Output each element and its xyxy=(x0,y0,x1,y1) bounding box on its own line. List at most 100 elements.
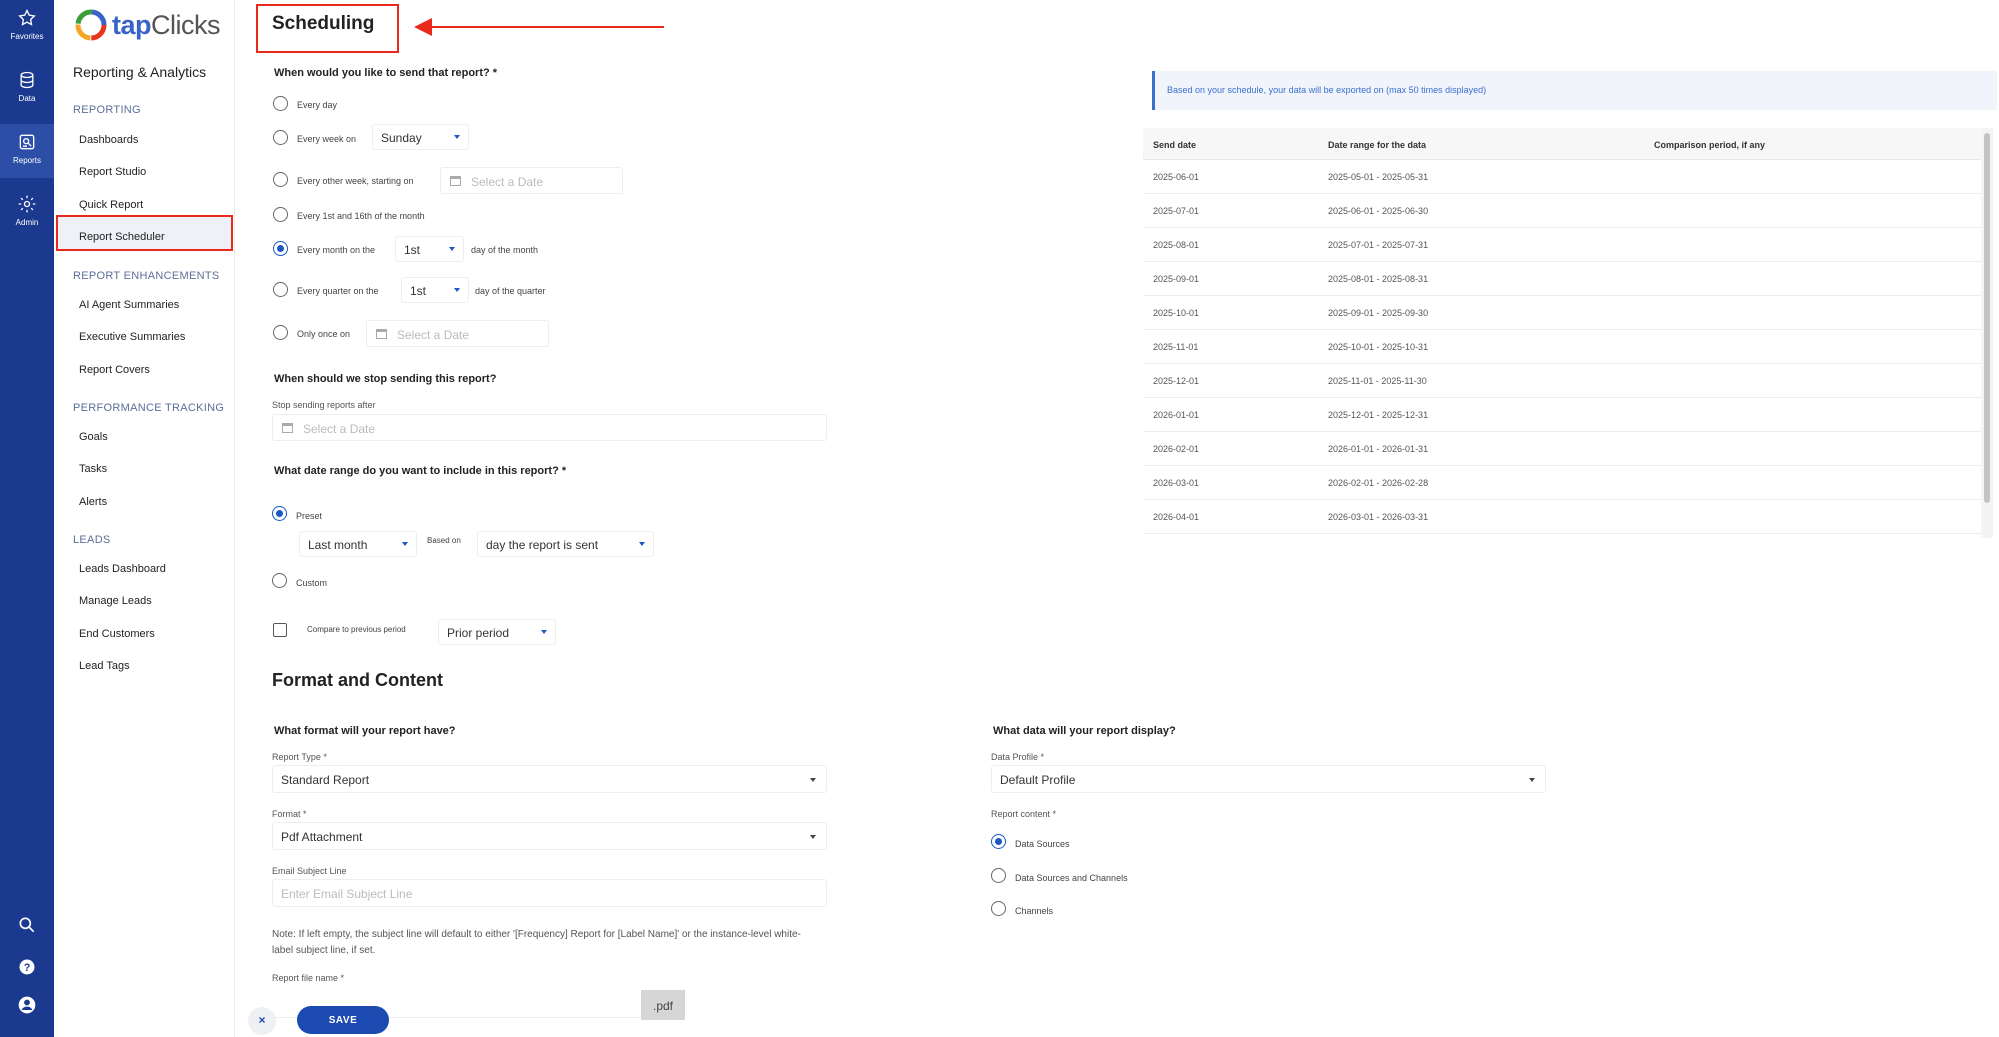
annotation-arrow-line xyxy=(423,26,664,28)
every-other-week-date-input[interactable]: Select a Date xyxy=(440,167,623,194)
rail-help-button[interactable]: ? xyxy=(0,957,54,981)
table-row: 2025-10-01 2025-09-01 - 2025-09-30 xyxy=(1143,296,1981,330)
format-label: Format * xyxy=(272,809,307,819)
radio-every-week[interactable] xyxy=(273,130,288,145)
report-type-select[interactable]: Standard Report xyxy=(272,765,827,793)
scrollbar-thumb[interactable] xyxy=(1984,133,1990,503)
table-row: 2025-12-01 2025-11-01 - 2025-11-30 xyxy=(1143,364,1981,398)
compare-select[interactable]: Prior period xyxy=(438,619,556,645)
save-button[interactable]: SAVE xyxy=(297,1006,389,1034)
radio-every-other-week[interactable] xyxy=(273,172,288,187)
sidebar: tapClicks Reporting & Analytics REPORTIN… xyxy=(54,0,235,1037)
rail-user-button[interactable] xyxy=(0,995,54,1019)
nav-item-goals[interactable]: Goals xyxy=(79,431,108,443)
every-quarter-label: Every quarter on the xyxy=(297,286,379,296)
every-month-day-value: 1st xyxy=(404,243,421,257)
radio-every-day[interactable] xyxy=(273,96,288,111)
cell-date-range: 2025-06-01 - 2025-06-30 xyxy=(1328,206,1429,216)
radio-every-quarter[interactable] xyxy=(273,282,288,297)
chevron-down-icon xyxy=(454,288,460,292)
stop-date-input[interactable]: Select a Date xyxy=(272,414,827,441)
radio-channels[interactable] xyxy=(991,901,1006,916)
nav-item-alerts[interactable]: Alerts xyxy=(79,496,107,508)
radio-preset[interactable] xyxy=(272,506,287,521)
nav-item-manage-leads[interactable]: Manage Leads xyxy=(79,595,152,607)
channels-label: Channels xyxy=(1015,906,1054,916)
cell-send-date: 2025-08-01 xyxy=(1153,240,1200,250)
star-icon xyxy=(18,8,36,26)
data-profile-value: Default Profile xyxy=(1000,773,1076,787)
preset-value: Last month xyxy=(308,538,368,552)
nav-item-leads-dashboard[interactable]: Leads Dashboard xyxy=(79,563,166,575)
every-week-day-select[interactable]: Sunday xyxy=(372,124,469,150)
cell-date-range: 2025-10-01 - 2025-10-31 xyxy=(1328,342,1429,352)
nav-item-dashboards[interactable]: Dashboards xyxy=(79,134,138,146)
cell-date-range: 2025-11-01 - 2025-11-30 xyxy=(1328,376,1427,386)
rail-label: Data xyxy=(18,94,36,103)
report-type-label: Report Type * xyxy=(272,752,327,762)
cell-send-date: 2026-03-01 xyxy=(1153,478,1200,488)
rail-item-favorites[interactable]: Favorites xyxy=(0,8,54,41)
every-month-day-select[interactable]: 1st xyxy=(395,236,464,262)
preset-select[interactable]: Last month xyxy=(299,531,417,557)
chevron-down-icon xyxy=(639,542,645,546)
rail-item-reports[interactable]: Reports xyxy=(0,124,54,178)
preset-label: Preset xyxy=(296,511,323,521)
radio-data-sources[interactable] xyxy=(991,834,1006,849)
export-info-banner: Based on your schedule, your data will b… xyxy=(1152,71,1997,110)
close-button[interactable]: × xyxy=(248,1007,276,1035)
radio-every-month[interactable] xyxy=(273,241,288,256)
only-once-date-input[interactable]: Select a Date xyxy=(366,320,549,347)
based-on-select[interactable]: day the report is sent xyxy=(477,531,654,557)
rail-item-admin[interactable]: Admin xyxy=(0,194,54,227)
rail-label: Favorites xyxy=(10,32,44,41)
cell-date-range: 2026-03-01 - 2026-03-31 xyxy=(1328,512,1429,522)
every-month-suffix: day of the month xyxy=(471,245,539,255)
table-row: 2026-04-01 2026-03-01 - 2026-03-31 xyxy=(1143,500,1981,534)
cell-send-date: 2025-11-01 xyxy=(1153,342,1199,352)
radio-only-once[interactable] xyxy=(273,325,288,340)
compare-checkbox[interactable] xyxy=(273,623,287,637)
file-extension: .pdf xyxy=(641,990,685,1020)
based-on-value: day the report is sent xyxy=(486,538,599,552)
section-performance-tracking: PERFORMANCE TRACKING xyxy=(73,402,225,414)
subject-label: Email Subject Line xyxy=(272,866,347,876)
logo-icon xyxy=(75,9,107,41)
header-comparison: Comparison period, if any xyxy=(1654,140,1766,150)
data-profile-label: Data Profile * xyxy=(991,752,1045,762)
nav-item-ai-agent-summaries[interactable]: AI Agent Summaries xyxy=(79,299,179,311)
cell-send-date: 2026-04-01 xyxy=(1153,512,1200,522)
radio-data-sources-channels[interactable] xyxy=(991,868,1006,883)
nav-item-tasks[interactable]: Tasks xyxy=(79,463,107,475)
radio-custom[interactable] xyxy=(272,573,287,588)
nav-item-report-scheduler[interactable]: Report Scheduler xyxy=(79,231,165,243)
format-section-title: Format and Content xyxy=(272,670,443,690)
every-quarter-day-select[interactable]: 1st xyxy=(401,277,469,303)
chevron-down-icon xyxy=(541,630,547,634)
nav-item-lead-tags[interactable]: Lead Tags xyxy=(79,660,130,672)
table-row: 2025-11-01 2025-10-01 - 2025-10-31 xyxy=(1143,330,1981,364)
nav-item-report-covers[interactable]: Report Covers xyxy=(79,364,150,376)
cell-date-range: 2025-08-01 - 2025-08-31 xyxy=(1328,274,1429,284)
cell-date-range: 2025-09-01 - 2025-09-30 xyxy=(1328,308,1429,318)
rail-item-data[interactable]: Data xyxy=(0,70,54,103)
format-select[interactable]: Pdf Attachment xyxy=(272,822,827,850)
tapclicks-logo[interactable]: tapClicks xyxy=(74,8,221,42)
every-day-label: Every day xyxy=(297,100,338,110)
app-title: Reporting & Analytics xyxy=(73,64,207,80)
nav-item-quick-report[interactable]: Quick Report xyxy=(79,199,143,211)
subject-input[interactable]: Enter Email Subject Line xyxy=(272,879,827,907)
rail-search-button[interactable] xyxy=(0,915,54,939)
nav-item-end-customers[interactable]: End Customers xyxy=(79,628,155,640)
cell-send-date: 2025-07-01 xyxy=(1153,206,1200,216)
reports-icon xyxy=(19,134,35,150)
date-placeholder: Select a Date xyxy=(471,175,544,189)
data-profile-select[interactable]: Default Profile xyxy=(991,765,1546,793)
user-icon xyxy=(18,996,36,1014)
nav-item-executive-summaries[interactable]: Executive Summaries xyxy=(79,331,185,343)
table-scrollbar[interactable] xyxy=(1981,128,1993,538)
radio-every-1st-16th[interactable] xyxy=(273,207,288,222)
nav-item-report-studio[interactable]: Report Studio xyxy=(79,166,146,178)
table-row: 2026-03-01 2026-02-01 - 2026-02-28 xyxy=(1143,466,1981,500)
report-type-value: Standard Report xyxy=(281,773,370,787)
